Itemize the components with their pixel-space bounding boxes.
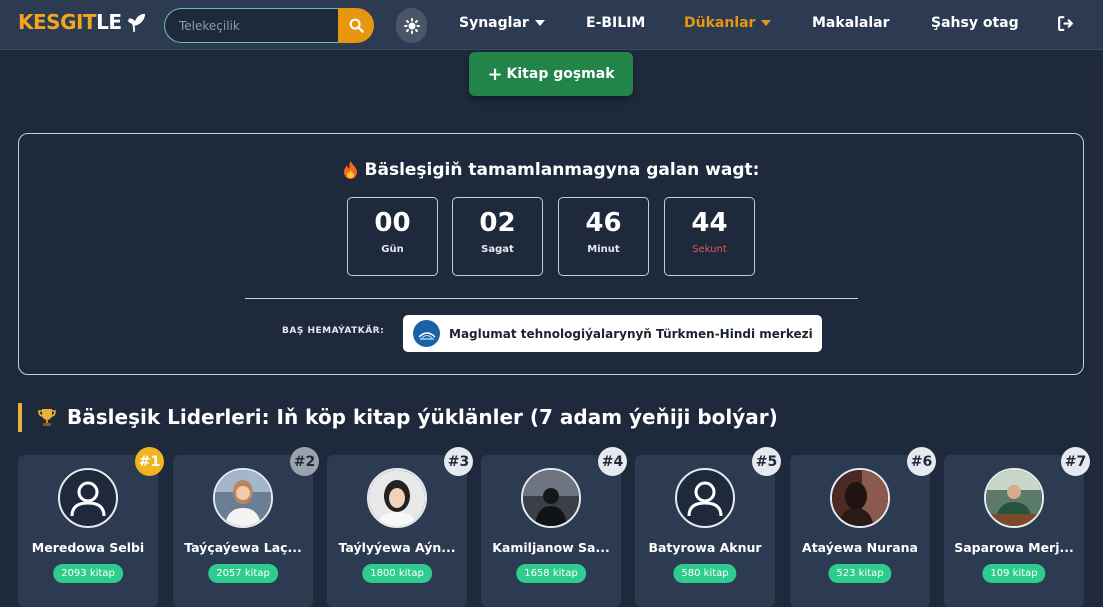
timer-value: 02 [479,208,516,238]
add-book-button[interactable]: + Kitap goşmak [469,52,633,96]
section-accent-bar [18,403,22,432]
leader-name: Saparowa Merj... [954,540,1074,555]
user-icon [70,481,106,517]
timer-value: 46 [585,208,622,238]
leader-name: Taýlyýewa Aýn... [338,540,456,555]
profile-photo [832,470,888,526]
book-count-badge: 2093 kitap [53,564,123,583]
timer-days: 00 Gün [347,197,438,276]
countdown-title: Bäsleşigiň tamamlanmagyna galan wagt: [19,160,1083,180]
countdown-title-text: Bäsleşigiň tamamlanmagyna galan wagt: [364,160,760,180]
leader-card[interactable]: #5 Batyrowa Aknur 580 kitap [635,447,781,607]
timer-value: 44 [691,208,728,238]
leader-card[interactable]: #7 Saparowa Merj... 109 kitap [944,447,1090,607]
leader-card[interactable]: #6 Ataýewa Nurana 523 kitap [790,447,936,607]
timer-hours: 02 Sagat [452,197,543,276]
avatar [213,468,273,528]
nav-sahsy-otag[interactable]: Şahsy otag [931,15,1019,31]
search-input[interactable] [164,8,338,43]
rank-badge: #4 [598,447,627,476]
nav-label: E-BILIM [586,15,646,31]
user-icon [687,481,723,517]
avatar [58,468,118,528]
leader-name: Taýçaýewa Laç... [184,540,302,555]
nav-e-bilim[interactable]: E-BILIM [586,15,645,31]
profile-photo [986,470,1042,526]
brand-text-secondary: LE [96,10,122,34]
nav-dukanlar[interactable]: Dükanlar [684,15,772,31]
rank-badge: #5 [752,447,781,476]
timer-unit: Sekunt [692,244,727,255]
leader-name: Ataýewa Nurana [802,540,918,555]
sponsor-label: BAŞ HEMAÝATKÄR: [282,326,385,336]
nav-label: Synaglar [459,15,529,31]
timer-seconds: 44 Sekunt [664,197,755,276]
book-count-badge: 580 kitap [673,564,737,583]
rank-badge: #6 [907,447,936,476]
chevron-down-icon [534,20,545,26]
profile-photo [523,470,579,526]
rank-badge: #7 [1061,447,1090,476]
nav-label: Dükanlar [684,15,756,31]
brand-text-primary: KESGIT [18,10,97,34]
avatar [830,468,890,528]
logout-button[interactable] [1057,15,1074,36]
plus-icon: + [487,63,503,85]
fire-icon [343,161,357,179]
leader-name: Batyrowa Aknur [648,540,762,555]
leaders-title-text: Bäsleşik Liderleri: Iň köp kitap ýüklänl… [67,405,778,429]
search-icon [349,18,364,33]
timer-unit: Minut [587,244,620,255]
book-count-badge: 2057 kitap [208,564,278,583]
leaders-title: Bäsleşik Liderleri: Iň köp kitap ýüklänl… [37,405,778,429]
chevron-down-icon [761,20,772,26]
top-navbar: KESGITLE Synaglar [0,0,1103,50]
logout-icon [1058,16,1073,31]
countdown-panel: Bäsleşigiň tamamlanmagyna galan wagt: 00… [18,133,1084,375]
rank-badge: #1 [135,447,164,476]
brand-logo[interactable]: KESGIT LE [18,10,146,34]
sun-icon [403,17,420,34]
timer-unit: Gün [381,244,404,255]
avatar [984,468,1044,528]
theme-toggle-button[interactable] [396,8,427,43]
book-count-badge: 1800 kitap [362,564,432,583]
leader-name: Kamiljanow Sa... [492,540,610,555]
divider [245,298,858,299]
leader-card[interactable]: #4 Kamiljanow Sa... 1658 kitap [481,447,627,607]
avatar [675,468,735,528]
profile-photo [369,470,425,526]
book-count-badge: 109 kitap [982,564,1046,583]
leader-card[interactable]: #3 Taýlyýewa Aýn... 1800 kitap [327,447,473,607]
nav-synaglar[interactable]: Synaglar [459,15,545,31]
sponsor-logo-icon [413,320,440,347]
rank-badge: #3 [444,447,473,476]
sponsor-chip[interactable]: Maglumat tehnologiýalarynyň Türkmen-Hind… [403,315,822,352]
book-count-badge: 1658 kitap [516,564,586,583]
search-button[interactable] [338,8,374,43]
rank-badge: #2 [290,447,319,476]
nav-label: Makalalar [812,15,890,31]
avatar [367,468,427,528]
sponsor-name: Maglumat tehnologiýalarynyň Türkmen-Hind… [449,326,813,341]
timer-unit: Sagat [481,244,514,255]
trophy-icon [38,409,56,426]
book-count-badge: 523 kitap [828,564,892,583]
avatar [521,468,581,528]
timer-minutes: 46 Minut [558,197,649,276]
nav-makalalar[interactable]: Makalalar [812,15,890,31]
leader-name: Meredowa Selbi [31,540,145,555]
sprout-icon [128,13,146,33]
profile-photo [215,470,271,526]
add-book-label: Kitap goşmak [506,66,615,82]
nav-label: Şahsy otag [931,15,1019,31]
leader-card[interactable]: #2 Taýçaýewa Laç... 2057 kitap [173,447,319,607]
timer-value: 00 [374,208,411,238]
search-bar [164,8,374,43]
leader-card[interactable]: #1 Meredowa Selbi 2093 kitap [18,447,164,607]
